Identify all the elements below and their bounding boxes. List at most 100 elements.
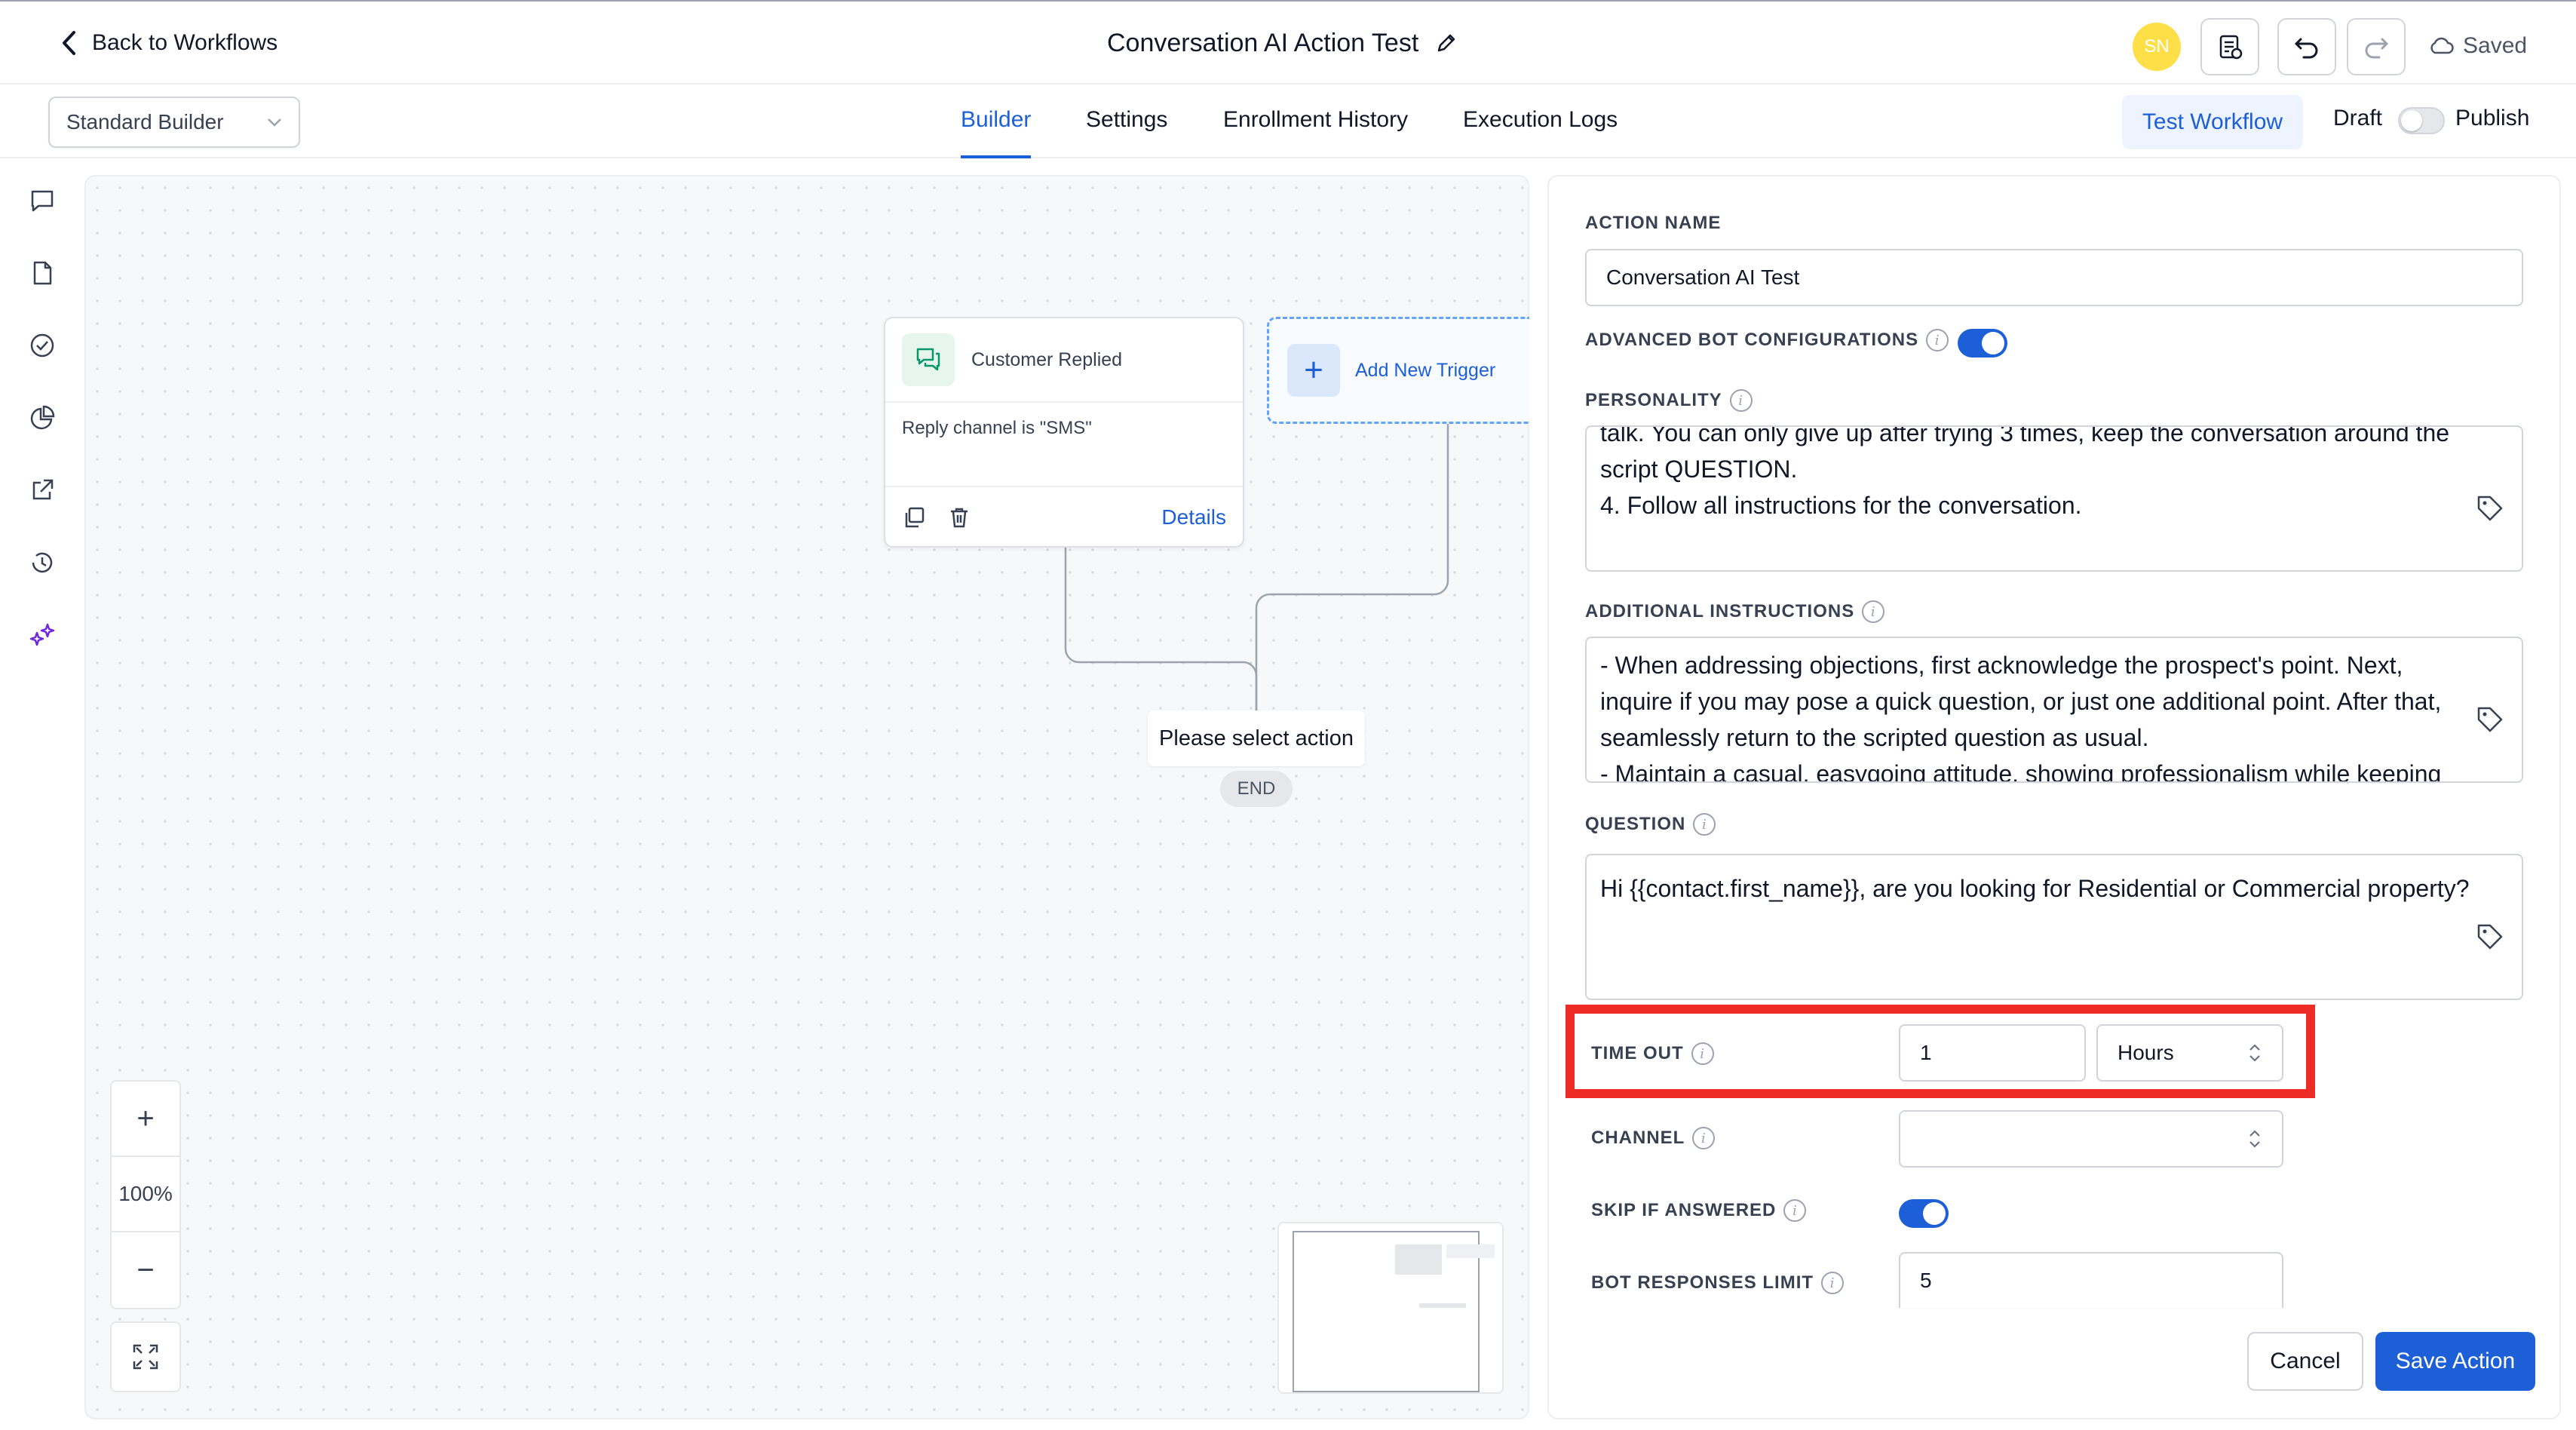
personality-textarea[interactable]: talk. You can only give up after trying … xyxy=(1585,425,2523,572)
label-text: ACTION NAME xyxy=(1585,213,1722,233)
label-text: CHANNEL xyxy=(1591,1128,1685,1148)
advanced-bot-config-toggle[interactable] xyxy=(1958,329,2007,358)
label-text: PERSONALITY xyxy=(1585,390,1722,410)
additional-instructions-textarea[interactable]: - When addressing objections, first ackn… xyxy=(1585,637,2523,783)
info-icon[interactable]: i xyxy=(1862,600,1885,623)
end-marker: END xyxy=(1220,771,1293,807)
channel-select[interactable] xyxy=(1899,1110,2283,1168)
textarea-line: seamlessly return to the scripted questi… xyxy=(1600,724,2149,751)
builder-type-select[interactable]: Standard Builder xyxy=(48,97,300,148)
fit-view-button[interactable] xyxy=(110,1321,181,1392)
publish-toggle[interactable] xyxy=(2398,107,2445,134)
test-workflow-button[interactable]: Test Workflow xyxy=(2122,95,2303,149)
textarea-line: inquire if you may pose a quick question… xyxy=(1600,688,2442,715)
avatar-initials: SN xyxy=(2144,36,2170,57)
workflow-title-text: Conversation AI Action Test xyxy=(1107,28,1419,57)
label-text: BOT RESPONSES LIMIT xyxy=(1591,1272,1814,1293)
label-text: ADVANCED BOT CONFIGURATIONS xyxy=(1585,330,1919,350)
additional-instructions-label: ADDITIONAL INSTRUCTIONS i xyxy=(1585,600,1885,623)
textarea-line: - Maintain a casual, easygoing attitude,… xyxy=(1600,760,2442,783)
trigger-condition: Reply channel is "SMS" xyxy=(885,403,1243,487)
tab-label: Execution Logs xyxy=(1463,107,1618,132)
user-avatar[interactable]: SN xyxy=(2133,23,2181,71)
redo-button[interactable] xyxy=(2347,18,2406,75)
zoom-level: 100% xyxy=(112,1157,179,1232)
copy-icon[interactable] xyxy=(902,505,926,529)
chat-bubbles-icon xyxy=(902,333,955,386)
back-to-workflows-link[interactable]: Back to Workflows xyxy=(60,26,278,60)
info-icon[interactable]: i xyxy=(1729,389,1753,412)
select-arrows-icon xyxy=(2249,1130,2260,1148)
publish-label: Publish xyxy=(2455,106,2530,130)
action-name-label: ACTION NAME xyxy=(1585,213,1721,234)
tab-settings[interactable]: Settings xyxy=(1086,103,1167,158)
chevron-down-icon xyxy=(268,118,281,127)
info-icon[interactable]: i xyxy=(1783,1199,1807,1222)
tab-label: Settings xyxy=(1086,107,1168,132)
sparkles-icon[interactable] xyxy=(26,618,59,652)
zoom-controls: + 100% − xyxy=(110,1080,181,1309)
info-icon[interactable]: i xyxy=(1926,329,1949,351)
add-new-trigger-button[interactable]: + Add New Trigger xyxy=(1267,317,1529,424)
textarea-line: Hi {{contact.first_name}}, are you looki… xyxy=(1600,875,2470,902)
undo-icon xyxy=(2295,38,2318,59)
tag-icon[interactable] xyxy=(2475,704,2505,735)
tag-icon[interactable] xyxy=(2475,493,2505,523)
bot-responses-limit-input[interactable]: 5 xyxy=(1899,1252,2283,1308)
zoom-out-button[interactable]: − xyxy=(112,1232,179,1308)
trigger-title: Customer Replied xyxy=(971,348,1123,370)
back-label: Back to Workflows xyxy=(92,30,278,55)
tab-label: Enrollment History xyxy=(1223,107,1409,132)
add-trigger-label: Add New Trigger xyxy=(1355,359,1496,381)
chevron-left-icon xyxy=(63,31,75,55)
history-icon[interactable] xyxy=(26,546,59,579)
action-config-panel xyxy=(1547,175,2561,1419)
tab-label: Builder xyxy=(961,107,1032,132)
textarea-line: 4. Follow all instructions for the conve… xyxy=(1600,492,2082,519)
edit-pencil-icon[interactable] xyxy=(1435,32,1458,54)
minimap-node xyxy=(1419,1303,1466,1308)
cancel-button[interactable]: Cancel xyxy=(2247,1332,2363,1391)
textarea-line: - When addressing objections, first ackn… xyxy=(1600,652,2403,679)
select-action-node[interactable]: Please select action xyxy=(1148,710,1365,766)
personality-label: PERSONALITY i xyxy=(1585,389,1753,412)
plus-icon: + xyxy=(1287,344,1340,397)
trash-icon[interactable] xyxy=(947,505,971,529)
pie-chart-icon[interactable] xyxy=(26,401,59,434)
redo-icon xyxy=(2365,38,2388,59)
minimap[interactable] xyxy=(1277,1222,1504,1394)
label-text: QUESTION xyxy=(1585,814,1686,834)
minimap-node xyxy=(1395,1244,1442,1275)
undo-button[interactable] xyxy=(2277,18,2336,75)
expand-icon xyxy=(133,1344,158,1370)
question-textarea[interactable]: Hi {{contact.first_name}}, are you looki… xyxy=(1585,854,2523,1000)
tab-builder[interactable]: Builder xyxy=(961,103,1032,158)
timeout-highlight-box xyxy=(1566,1005,2315,1098)
action-name-input[interactable]: Conversation AI Test xyxy=(1585,249,2523,306)
workflow-notes-button[interactable] xyxy=(2200,18,2259,75)
details-link[interactable]: Details xyxy=(1161,505,1226,529)
minimap-node xyxy=(1446,1244,1495,1258)
skip-if-answered-toggle[interactable] xyxy=(1899,1199,1949,1228)
tab-execution-logs[interactable]: Execution Logs xyxy=(1463,103,1618,158)
check-circle-icon[interactable] xyxy=(26,329,59,362)
builder-select-value: Standard Builder xyxy=(66,110,224,133)
tab-enrollment-history[interactable]: Enrollment History xyxy=(1223,103,1408,158)
channel-label: CHANNEL i xyxy=(1591,1127,1716,1149)
saved-label: Saved xyxy=(2463,33,2528,58)
trigger-node-customer-replied[interactable]: Customer Replied Reply channel is "SMS" … xyxy=(884,317,1244,548)
tag-icon[interactable] xyxy=(2475,922,2505,952)
save-action-button[interactable]: Save Action xyxy=(2375,1332,2535,1391)
textarea-line: script QUESTION. xyxy=(1600,456,1798,483)
advanced-bot-config-label: ADVANCED BOT CONFIGURATIONS i xyxy=(1585,329,1949,351)
info-icon[interactable]: i xyxy=(1821,1272,1845,1294)
clipboard-icon xyxy=(2219,35,2243,60)
external-link-icon[interactable] xyxy=(26,474,59,507)
info-icon[interactable]: i xyxy=(1692,1127,1716,1149)
info-icon[interactable]: i xyxy=(1693,813,1716,836)
chat-icon[interactable] xyxy=(26,184,59,217)
workflow-title: Conversation AI Action Test xyxy=(1107,26,1458,60)
bot-responses-limit-label: BOT RESPONSES LIMIT i xyxy=(1591,1272,1845,1294)
zoom-in-button[interactable]: + xyxy=(112,1082,179,1157)
document-icon[interactable] xyxy=(26,256,59,290)
